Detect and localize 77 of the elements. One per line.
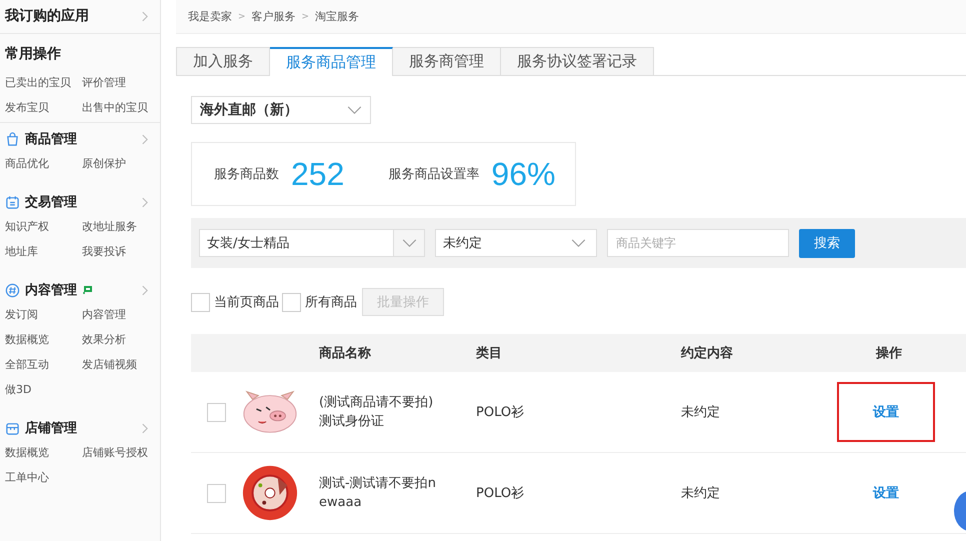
table-cell-text: POLO衫 [476, 404, 526, 421]
chevron-down-icon [571, 238, 586, 248]
checkbox-label[interactable]: 所有商品 [305, 293, 357, 311]
checkbox[interactable] [206, 402, 226, 422]
chevron-down-icon [347, 106, 362, 114]
sidebar-link[interactable]: 出售中的宝贝 [82, 99, 159, 116]
search-button[interactable]: 搜索 [799, 228, 855, 258]
stat-label: 服务商品数 [214, 166, 279, 183]
keyword-field[interactable]: 商品关键字 [607, 229, 789, 257]
product-name: 测试-测试请不要拍n ewaaa [319, 475, 437, 512]
tab[interactable]: 加入服务 [176, 47, 270, 75]
sidebar-link[interactable]: 数据概览 [5, 331, 82, 348]
sidebar-link[interactable]: 发布宝贝 [5, 99, 82, 116]
table-cell-text: POLO衫 [476, 485, 526, 502]
section-title: 常用操作 [5, 45, 61, 63]
chevron-right-icon[interactable] [141, 422, 148, 434]
breadcrumb-link[interactable]: 我是卖家 [188, 9, 232, 24]
section-title[interactable]: 店铺管理 [25, 419, 77, 437]
sidebar-link[interactable]: 内容管理 [82, 306, 159, 323]
notepad-icon [5, 194, 20, 210]
checkbox[interactable] [282, 292, 301, 312]
column-header: 类目 [476, 345, 503, 362]
section-title[interactable]: 我订购的应用 [5, 7, 89, 25]
column-header: 约定内容 [681, 344, 734, 362]
store-icon [5, 420, 20, 436]
chevron-right-icon[interactable] [141, 10, 148, 22]
settings-link[interactable]: 设置 [873, 484, 899, 502]
breadcrumb-link[interactable]: 客户服务 [252, 9, 296, 24]
chevron-right-icon[interactable] [141, 196, 148, 208]
shopping-bag-icon [5, 132, 20, 146]
sidebar-link[interactable]: 知识产权 [5, 218, 82, 235]
checkbox[interactable] [206, 484, 226, 502]
hash-icon [5, 282, 20, 298]
sidebar-link[interactable]: 已卖出的宝贝 [5, 74, 82, 91]
flag-badge-icon [83, 285, 93, 295]
sidebar-link[interactable]: 数据概览 [5, 444, 82, 461]
section-title[interactable]: 交易管理 [25, 193, 77, 211]
sidebar-link[interactable]: 原创保护 [82, 155, 159, 172]
breadcrumb-separator: > [238, 12, 246, 22]
product-name: (测试商品请不要拍) 测试身份证 [319, 394, 434, 431]
sidebar-link[interactable]: 工单中心 [5, 469, 82, 486]
section-title[interactable]: 商品管理 [25, 130, 77, 148]
sidebar-link[interactable]: 地址库 [5, 243, 82, 260]
chevron-right-icon[interactable] [141, 284, 148, 296]
column-header: 操作 [874, 345, 903, 362]
sidebar-link[interactable]: 店铺账号授权 [82, 444, 159, 461]
sidebar-link[interactable]: 做3D [5, 381, 82, 398]
chevron-down-icon [402, 238, 416, 248]
table-cell-text: 未约定 [681, 404, 721, 421]
column-header: 商品名称 [319, 344, 372, 362]
breadcrumb-link[interactable]: 淘宝服务 [315, 9, 360, 24]
sidebar-link[interactable]: 效果分析 [82, 331, 159, 348]
tab[interactable]: 服务协议签署记录 [501, 47, 654, 75]
tab[interactable]: 服务商管理 [393, 47, 501, 75]
category-dropdown[interactable]: 女装/女士精品 [199, 229, 425, 257]
bulk-action-button: 批量操作 [362, 288, 444, 316]
agreement-dropdown[interactable]: 未约定 [435, 229, 597, 257]
sidebar-link[interactable]: 评价管理 [82, 74, 159, 91]
sidebar-link[interactable]: 我要投诉 [82, 243, 159, 260]
sidebar-link[interactable]: 全部互动 [5, 356, 82, 373]
tab[interactable]: 服务商品管理 [270, 47, 393, 76]
checkbox-label[interactable]: 当前页商品 [214, 293, 279, 311]
breadcrumb-separator: > [302, 12, 310, 22]
sidebar-link[interactable]: 发订阅 [5, 306, 82, 323]
sidebar-link[interactable]: 商品优化 [5, 155, 82, 172]
stat-value: 252 [291, 156, 344, 192]
sidebar-link[interactable]: 改地址服务 [82, 218, 159, 235]
sidebar-link[interactable]: 发店铺视频 [82, 356, 159, 373]
stat-value: 96% [491, 156, 556, 192]
section-title[interactable]: 内容管理 [25, 281, 77, 299]
round-product-drawing [241, 464, 299, 522]
service-dropdown[interactable]: 海外直邮（新） [191, 96, 371, 124]
settings-link[interactable]: 设置 [873, 403, 899, 421]
stat-label: 服务商品设置率 [388, 166, 480, 183]
table-cell-text: 未约定 [681, 485, 721, 502]
chevron-right-icon[interactable] [141, 134, 148, 144]
checkbox[interactable] [191, 292, 210, 312]
